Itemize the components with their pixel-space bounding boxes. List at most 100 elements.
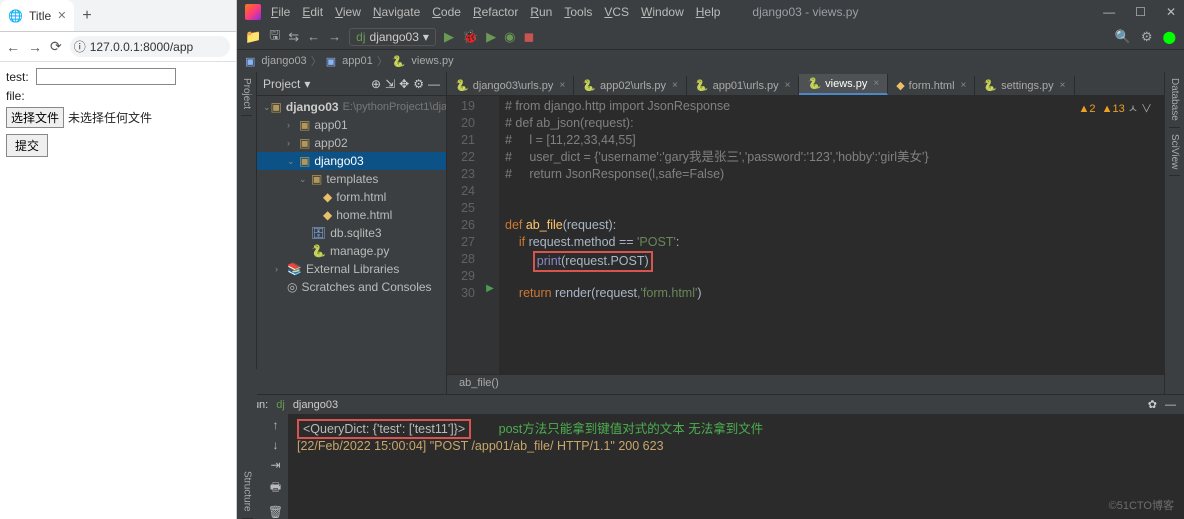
tree-item[interactable]: ›▣app02 bbox=[257, 134, 446, 152]
trash-icon[interactable]: 🗑 bbox=[268, 505, 283, 519]
sync-icon[interactable]: ⇆ bbox=[288, 29, 299, 45]
browser-tab[interactable]: 🌐 Title ✕ bbox=[0, 0, 74, 31]
menu-tools[interactable]: Tools bbox=[564, 5, 592, 19]
editor-tab[interactable]: 🐍settings.py× bbox=[975, 76, 1074, 95]
project-tree[interactable]: ⌄▣django03E:\pythonProject1\dja›▣app01›▣… bbox=[257, 96, 446, 394]
menu-code[interactable]: Code bbox=[432, 5, 461, 19]
menu-run[interactable]: Run bbox=[530, 5, 552, 19]
up-icon[interactable]: ↑ bbox=[273, 418, 279, 432]
run-output[interactable]: <QueryDict: {'test': ['test11']}> post方法… bbox=[289, 414, 1184, 519]
editor-tab[interactable]: 🐍views.py× bbox=[799, 74, 888, 95]
tab-title: Title bbox=[29, 9, 51, 23]
down-icon[interactable]: ↓ bbox=[273, 438, 279, 452]
page-body: test: file: 选择文件 未选择任何文件 提交 bbox=[0, 62, 236, 163]
editor-tab[interactable]: 🐍app01\urls.py× bbox=[687, 76, 800, 95]
menu-navigate[interactable]: Navigate bbox=[373, 5, 420, 19]
hide-icon[interactable]: — bbox=[428, 77, 440, 91]
left-bottom-gutter: Structure bbox=[237, 369, 257, 519]
tree-root[interactable]: ⌄▣django03E:\pythonProject1\dja bbox=[257, 98, 446, 116]
gutter-icons: ▶ bbox=[481, 96, 499, 374]
reload-icon[interactable]: ⟳ bbox=[50, 38, 62, 55]
minimize-icon[interactable]: — bbox=[1103, 5, 1115, 19]
tree-item[interactable]: ›▣app01 bbox=[257, 116, 446, 134]
chevron-down-icon[interactable]: ▾ bbox=[304, 77, 310, 91]
django-icon: dj bbox=[356, 30, 365, 44]
hide-icon[interactable]: — bbox=[1165, 399, 1176, 411]
menu-view[interactable]: View bbox=[335, 5, 361, 19]
menu-help[interactable]: Help bbox=[696, 5, 721, 19]
log-line: [22/Feb/2022 15:00:04] "POST /app01/ab_f… bbox=[297, 439, 1176, 453]
menu-file[interactable]: File bbox=[271, 5, 290, 19]
debug-icon[interactable]: 🐞 bbox=[462, 29, 478, 45]
right-tool-gutter: Database SciView bbox=[1164, 72, 1184, 394]
crumb[interactable]: django03 bbox=[261, 55, 306, 67]
new-tab-button[interactable]: + bbox=[82, 7, 91, 25]
project-tool-button[interactable]: Project bbox=[241, 72, 252, 116]
jetbrains-icon[interactable]: ⬤ bbox=[1163, 30, 1176, 44]
editor-tab[interactable]: 🐍django03\urls.py× bbox=[447, 76, 574, 95]
tree-item[interactable]: ◆form.html bbox=[257, 188, 446, 206]
print-icon[interactable]: 🖶 bbox=[270, 478, 281, 499]
crumb[interactable]: app01 bbox=[342, 55, 373, 67]
gear-icon[interactable]: ✿ bbox=[1148, 398, 1157, 411]
tree-item[interactable]: 🗄db.sqlite3 bbox=[257, 224, 446, 242]
tree-item[interactable]: ◆home.html bbox=[257, 206, 446, 224]
expand-icon[interactable]: ⇲ bbox=[385, 77, 395, 91]
folder-icon: ▣ bbox=[326, 55, 336, 68]
menu-vcs[interactable]: VCS bbox=[604, 5, 629, 19]
menu-edit[interactable]: Edit bbox=[302, 5, 323, 19]
test-label: test: bbox=[6, 70, 29, 84]
tree-item[interactable]: ◎Scratches and Consoles bbox=[257, 278, 446, 296]
pycharm-logo-icon bbox=[245, 4, 261, 20]
run-config-selector[interactable]: dj django03 ▾ bbox=[349, 28, 436, 46]
editor-breadcrumb[interactable]: ab_file() bbox=[447, 374, 1164, 394]
fwd-nav-icon[interactable]: → bbox=[328, 29, 341, 44]
url-text: 127.0.0.1:8000/app bbox=[90, 40, 193, 54]
project-header: Project ▾ ⊕ ⇲ ✥ ⚙ — bbox=[257, 72, 446, 96]
editor-tab[interactable]: 🐍app02\urls.py× bbox=[574, 76, 687, 95]
open-icon[interactable]: 📁 bbox=[245, 29, 261, 45]
tree-item[interactable]: ⌄▣django03 bbox=[257, 152, 446, 170]
settings-icon[interactable]: ⚙ bbox=[1141, 29, 1153, 45]
aim-icon[interactable]: ⊕ bbox=[371, 77, 381, 91]
database-tool-button[interactable]: Database bbox=[1169, 72, 1180, 128]
back-nav-icon[interactable]: ← bbox=[307, 29, 320, 44]
gear-icon[interactable]: ⚙ bbox=[413, 77, 424, 91]
menu-refactor[interactable]: Refactor bbox=[473, 5, 518, 19]
code-editor[interactable]: 192021222324252627282930 ▶ # from django… bbox=[447, 96, 1164, 374]
editor-tabs: 🐍django03\urls.py×🐍app02\urls.py×🐍app01\… bbox=[447, 72, 1164, 96]
inspection-badges[interactable]: ▲2 ▲13 ㅅ ∨ bbox=[1078, 100, 1152, 116]
close-window-icon[interactable]: ✕ bbox=[1166, 5, 1176, 19]
tree-item[interactable]: ⌄▣templates bbox=[257, 170, 446, 188]
chevron-down-icon: ▾ bbox=[423, 30, 429, 44]
maximize-icon[interactable]: ☐ bbox=[1135, 5, 1146, 19]
test-input[interactable] bbox=[36, 68, 176, 85]
project-tool-window: Project ▾ ⊕ ⇲ ✥ ⚙ — ⌄▣django03E:\pythonP… bbox=[257, 72, 447, 394]
forward-icon[interactable]: → bbox=[28, 39, 42, 55]
save-icon[interactable]: 🖫 bbox=[269, 26, 280, 48]
address-field[interactable]: ⓘ 127.0.0.1:8000/app bbox=[70, 36, 230, 57]
stop-icon[interactable]: ◼ bbox=[523, 29, 534, 45]
collapse-icon[interactable]: ✥ bbox=[399, 77, 409, 91]
choose-file-button[interactable]: 选择文件 bbox=[6, 107, 64, 128]
back-icon[interactable]: ← bbox=[6, 39, 20, 55]
menu-window[interactable]: Window bbox=[641, 5, 684, 19]
editor-tab[interactable]: ◆form.html× bbox=[888, 76, 975, 95]
run-toolbar-2: ↑ ↓ ⇥ 🖶 🗑 bbox=[263, 414, 289, 519]
crumb[interactable]: views.py bbox=[411, 55, 453, 67]
sciview-tool-button[interactable]: SciView bbox=[1169, 128, 1180, 176]
run-icon[interactable]: ▶ bbox=[444, 29, 454, 45]
coverage-icon[interactable]: ▶ bbox=[486, 29, 496, 45]
annotation-text: post方法只能拿到键值对式的文本 无法拿到文件 bbox=[499, 422, 764, 436]
tree-item[interactable]: ›📚External Libraries bbox=[257, 260, 446, 278]
profile-icon[interactable]: ◉ bbox=[504, 29, 515, 45]
wrap-icon[interactable]: ⇥ bbox=[270, 458, 280, 472]
structure-tool-button[interactable]: Structure bbox=[242, 465, 253, 519]
close-icon[interactable]: ✕ bbox=[57, 9, 66, 22]
search-icon[interactable]: 🔍 bbox=[1115, 29, 1131, 45]
tree-item[interactable]: 🐍manage.py bbox=[257, 242, 446, 260]
editor-area: 🐍django03\urls.py×🐍app02\urls.py×🐍app01\… bbox=[447, 72, 1164, 394]
submit-button[interactable]: 提交 bbox=[6, 134, 48, 157]
python-file-icon: 🐍 bbox=[392, 55, 406, 68]
code-content[interactable]: # from django.http import JsonResponse# … bbox=[499, 96, 1164, 374]
